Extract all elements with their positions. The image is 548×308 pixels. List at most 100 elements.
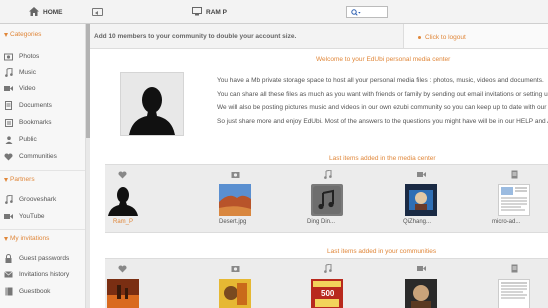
video-icon: [4, 212, 13, 221]
sidebar-item-bookmarks[interactable]: Bookmarks: [4, 118, 84, 127]
sidebar-section-invitations[interactable]: My invitations: [4, 235, 49, 242]
photo-icon: [231, 170, 240, 179]
caret-down-icon: [4, 177, 8, 182]
welcome-title: Welcome to your EdUbi personal media cen…: [316, 56, 451, 63]
communities-title: Last items added in your communities: [327, 248, 437, 255]
community-item[interactable]: [105, 259, 165, 308]
music-icon: [323, 170, 332, 179]
book-icon: [4, 287, 13, 296]
media-item[interactable]: Ding Din...: [307, 165, 367, 232]
community-thumbnail[interactable]: [405, 279, 437, 308]
sidebar-item-label: Photos: [19, 53, 40, 60]
community-thumbnail[interactable]: [498, 279, 530, 308]
community-item[interactable]: [215, 259, 275, 308]
profile-avatar[interactable]: [120, 72, 184, 136]
bullet-icon: [418, 36, 421, 39]
top-bar: HOME RAM P: [0, 0, 548, 24]
divider: [0, 229, 85, 230]
sidebar-item-label: Public: [19, 136, 37, 143]
sidebar-item-label: Bookmarks: [19, 119, 52, 126]
monitor-icon: [192, 7, 202, 18]
community-item[interactable]: 500: [307, 259, 367, 308]
media-item-name[interactable]: Desert.jpg: [219, 219, 246, 225]
media-item[interactable]: Desert.jpg: [215, 165, 275, 232]
envelope-icon: [4, 270, 13, 279]
communities-strip: 500: [105, 258, 548, 308]
media-item-name[interactable]: Ding Din...: [307, 219, 335, 225]
section-title: Partners: [10, 176, 35, 183]
sidebar-item-public[interactable]: Public: [4, 135, 84, 144]
sidebar-item-music[interactable]: Music: [4, 68, 84, 77]
sidebar-item-guestbook[interactable]: Guestbook: [4, 287, 84, 296]
sidebar-item-label: Video: [19, 85, 36, 92]
search-input[interactable]: [346, 6, 388, 18]
intro-line: You have a Mb private storage space to h…: [217, 77, 544, 84]
sidebar-section-categories[interactable]: Categories: [4, 31, 41, 38]
sidebar-item-youtube[interactable]: YouTube: [4, 212, 84, 221]
community-item[interactable]: [488, 259, 548, 308]
media-item-name[interactable]: QiZhang...: [403, 219, 431, 225]
sidebar-item-label: YouTube: [19, 213, 45, 220]
media-center-title: Last items added in the media center: [329, 155, 436, 162]
community-item[interactable]: [401, 259, 461, 308]
sidebar-item-label: Documents: [19, 102, 52, 109]
sidebar-item-photos[interactable]: Photos: [4, 52, 84, 61]
video-icon: [417, 264, 426, 273]
intro-line: So just share more and enjoy EdUbi. Most…: [217, 118, 548, 125]
sidebar-item-label: Guest passwords: [19, 255, 70, 262]
music-icon: [323, 264, 332, 273]
sidebar-item-guest-passwords[interactable]: Guest passwords: [4, 254, 84, 263]
cover-text: 500: [321, 289, 335, 298]
document-icon: [510, 264, 519, 273]
media-item-name[interactable]: Ram_P: [113, 219, 133, 225]
community-thumbnail[interactable]: [107, 279, 139, 308]
section-title: Categories: [10, 31, 42, 38]
video-icon: [4, 84, 13, 93]
community-thumbnail[interactable]: 500: [311, 279, 343, 308]
sidebar-item-documents[interactable]: Documents: [4, 101, 84, 110]
community-thumbnail[interactable]: [219, 279, 251, 308]
sidebar-item-invitations-history[interactable]: Invitations history: [4, 270, 84, 279]
caret-down-icon: [4, 32, 8, 37]
music-icon: [4, 195, 13, 204]
user-menu[interactable]: RAM P: [192, 7, 227, 18]
intro-line: We will also be posting pictures music a…: [217, 104, 548, 111]
sidebar-item-label: Communities: [19, 153, 57, 160]
video-icon: [417, 170, 426, 179]
media-item-name[interactable]: micro-ad...: [492, 219, 520, 225]
sidebar-item-label: Music: [19, 69, 36, 76]
sidebar-section-partners[interactable]: Partners: [4, 176, 35, 183]
banner-text: Add 10 members to your community to doub…: [94, 33, 297, 40]
sidebar-item-communities[interactable]: Communities: [4, 152, 84, 161]
sidebar-item-label: Invitations history: [19, 271, 70, 278]
media-item[interactable]: Ram_P: [105, 165, 165, 232]
heart-icon: [118, 170, 127, 179]
intro-line: You can share all these files as much as…: [217, 91, 548, 98]
section-title: My invitations: [10, 235, 50, 242]
media-item[interactable]: micro-ad...: [488, 165, 548, 232]
sidebar-item-video[interactable]: Video: [4, 84, 84, 93]
photo-thumbnail[interactable]: [219, 184, 251, 216]
caret-down-icon: [4, 236, 8, 241]
music-icon: [4, 68, 13, 77]
collapse-sidebar-icon[interactable]: [92, 8, 103, 16]
heart-icon: [4, 152, 13, 161]
sidebar-item-label: Grooveshark: [19, 196, 57, 203]
document-icon: [4, 101, 13, 110]
sidebar-item-label: Guestbook: [19, 288, 51, 295]
logout-link[interactable]: Click to logout: [425, 34, 466, 41]
search-icon[interactable]: [351, 9, 361, 18]
logout-panel: Click to logout: [404, 24, 548, 49]
home-link[interactable]: HOME: [29, 7, 63, 18]
media-item[interactable]: QiZhang...: [401, 165, 461, 232]
user-silhouette-icon: [129, 87, 175, 135]
music-thumbnail[interactable]: [311, 184, 343, 216]
public-icon: [4, 135, 13, 144]
photo-icon: [231, 264, 240, 273]
document-thumbnail[interactable]: [498, 184, 530, 216]
video-thumbnail[interactable]: [405, 184, 437, 216]
home-label: HOME: [43, 9, 63, 16]
sidebar-item-grooveshark[interactable]: Grooveshark: [4, 195, 84, 204]
member-thumbnail[interactable]: [107, 184, 139, 216]
bookmark-icon: [4, 118, 13, 127]
